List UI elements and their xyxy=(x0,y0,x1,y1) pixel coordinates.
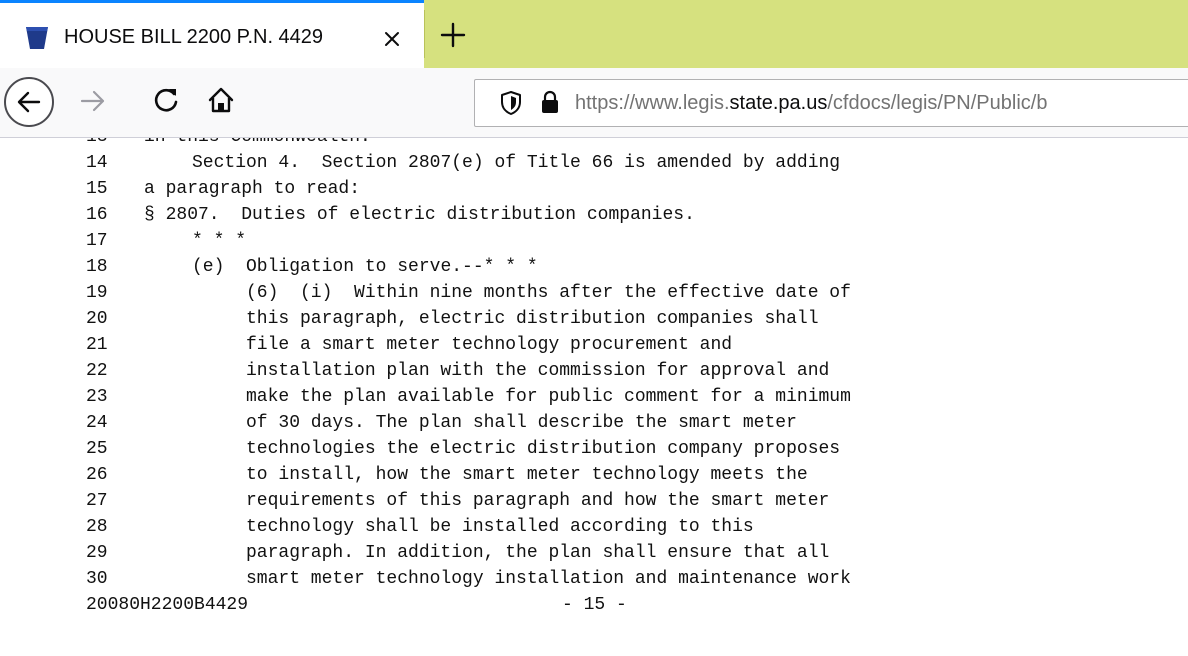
line-text: technology shall be installed according … xyxy=(246,517,754,537)
line-text: file a smart meter technology procuremen… xyxy=(246,335,733,355)
bill-line: 20 this paragraph, electric distribution … xyxy=(0,306,1188,332)
home-icon[interactable] xyxy=(206,85,236,115)
bill-line: 14 Section 4. Section 2807(e) of Title 66… xyxy=(0,150,1188,176)
line-number: 22 xyxy=(86,361,108,381)
bill-line: 18 (e) Obligation to serve.--* * * xyxy=(0,254,1188,280)
tab-separator xyxy=(424,10,425,58)
url-path: /cfdocs/legis/PN/Public/b xyxy=(827,92,1048,114)
bill-line: 27 requirements of this paragraph and how… xyxy=(0,488,1188,514)
line-number: 16 xyxy=(86,205,108,225)
line-text: paragraph. In addition, the plan shall e… xyxy=(246,543,830,563)
line-text: Section 4. Section 2807(e) of Title 66 i… xyxy=(192,153,841,173)
line-number: 25 xyxy=(86,439,108,459)
bill-text: 13 in this Commonwealth. 14 Section 4. Sect… xyxy=(0,138,1188,618)
line-number: 19 xyxy=(86,283,108,303)
line-text: * * * xyxy=(192,231,247,251)
back-arrow-icon xyxy=(17,91,41,113)
forward-arrow-icon[interactable] xyxy=(80,88,106,114)
line-text: § 2807. Duties of electric distribution … xyxy=(144,205,695,225)
line-text: in this Commonwealth. xyxy=(144,138,371,150)
line-text: a paragraph to read: xyxy=(144,179,361,199)
url-domain: state.pa.us xyxy=(729,92,828,114)
line-text: (e) Obligation to serve.--* * * xyxy=(192,257,538,277)
page-content: 13 in this Commonwealth. 14 Section 4. Sect… xyxy=(0,138,1188,656)
close-icon[interactable] xyxy=(382,29,402,49)
line-number: 29 xyxy=(86,543,108,563)
tab-strip: HOUSE BILL 2200 P.N. 4429 xyxy=(0,0,1188,68)
url-bar[interactable]: https://www.legis.state.pa.us/cfdocs/leg… xyxy=(474,79,1188,127)
tab-title: HOUSE BILL 2200 P.N. 4429 xyxy=(64,26,324,48)
line-number: 15 xyxy=(86,179,108,199)
line-number: 14 xyxy=(86,153,108,173)
line-number: 18 xyxy=(86,257,108,277)
line-number: 17 xyxy=(86,231,108,251)
bill-line: 21 file a smart meter technology procurem… xyxy=(0,332,1188,358)
navigation-bar: https://www.legis.state.pa.us/cfdocs/leg… xyxy=(0,68,1188,138)
bill-line: 17 * * * xyxy=(0,228,1188,254)
active-tab[interactable]: HOUSE BILL 2200 P.N. 4429 xyxy=(0,0,424,68)
line-number: 20 xyxy=(86,309,108,329)
shield-icon[interactable] xyxy=(499,90,523,116)
bill-line: 28 technology shall be installed accordin… xyxy=(0,514,1188,540)
plus-icon[interactable] xyxy=(436,18,470,52)
reload-icon[interactable] xyxy=(152,86,180,114)
line-text: this paragraph, electric distribution co… xyxy=(246,309,819,329)
url-prefix: https://www.legis. xyxy=(575,92,730,114)
line-number: 28 xyxy=(86,517,108,537)
line-number: 21 xyxy=(86,335,108,355)
line-text: make the plan available for public comme… xyxy=(246,387,851,407)
line-text: technologies the electric distribution c… xyxy=(246,439,841,459)
lock-icon[interactable] xyxy=(541,90,559,114)
bill-line: 24 of 30 days. The plan shall describe th… xyxy=(0,410,1188,436)
document-id: 20080H2200B4429 xyxy=(86,595,249,615)
bill-line: 29 paragraph. In addition, the plan shall… xyxy=(0,540,1188,566)
line-number: 26 xyxy=(86,465,108,485)
line-number: 30 xyxy=(86,569,108,589)
page-footer: 20080H2200B4429 - 15 - xyxy=(0,592,1188,618)
page-number: - 15 - xyxy=(562,595,627,615)
bill-line: 13 in this Commonwealth. xyxy=(0,138,1188,150)
bill-line: 19 (6) (i) Within nine months after the e… xyxy=(0,280,1188,306)
bill-line: 26 to install, how the smart meter techno… xyxy=(0,462,1188,488)
bill-line: 30 smart meter technology installation an… xyxy=(0,566,1188,592)
bill-line: 25 technologies the electric distribution… xyxy=(0,436,1188,462)
line-text: to install, how the smart meter technolo… xyxy=(246,465,808,485)
line-number: 13 xyxy=(86,138,108,150)
url-text[interactable]: https://www.legis.state.pa.us/cfdocs/leg… xyxy=(575,91,1047,115)
line-text: of 30 days. The plan shall describe the … xyxy=(246,413,797,433)
line-text: smart meter technology installation and … xyxy=(246,569,851,589)
line-number: 27 xyxy=(86,491,108,511)
line-number: 24 xyxy=(86,413,108,433)
line-number: 23 xyxy=(86,387,108,407)
keystone-icon xyxy=(26,27,48,49)
bill-line: 16 § 2807. Duties of electric distributio… xyxy=(0,202,1188,228)
line-text: requirements of this paragraph and how t… xyxy=(246,491,830,511)
bill-line: 23 make the plan available for public com… xyxy=(0,384,1188,410)
line-text: (6) (i) Within nine months after the eff… xyxy=(246,283,851,303)
bill-line: 22 installation plan with the commission … xyxy=(0,358,1188,384)
back-button[interactable] xyxy=(4,77,54,127)
line-text: installation plan with the commission fo… xyxy=(246,361,830,381)
bill-line: 15 a paragraph to read: xyxy=(0,176,1188,202)
